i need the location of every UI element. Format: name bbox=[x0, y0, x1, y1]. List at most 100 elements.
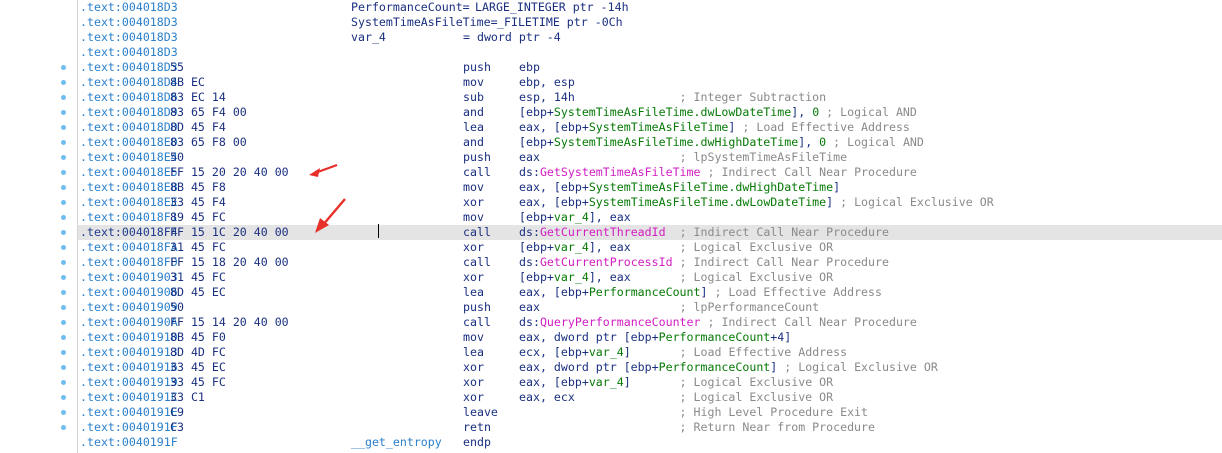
disassembly-listing[interactable]: .text:004018D3 PerformanceCount= LARGE_INT… bbox=[0, 0, 1222, 453]
mnemonic: leave bbox=[463, 405, 498, 419]
mnemonic: lea bbox=[463, 285, 484, 299]
api-name[interactable]: QueryPerformanceCounter bbox=[540, 315, 701, 329]
mnemonic: mov bbox=[463, 180, 484, 194]
mnemonic: push bbox=[463, 60, 491, 74]
address-label: .text:004018DD bbox=[80, 120, 178, 134]
address-label: .text:004018FD bbox=[80, 255, 178, 269]
code-line[interactable]: .text:0040191E C9 leave ; High Level Proce… bbox=[78, 405, 1222, 420]
opcode-bytes: 8B EC bbox=[170, 75, 205, 89]
variable-ref[interactable]: var_4 bbox=[589, 345, 624, 359]
code-line[interactable]: .text:004018FA 31 45 FC xor [ebp+var_4], ea… bbox=[78, 240, 1222, 255]
address-label: .text:004018D3 bbox=[80, 30, 178, 44]
api-name[interactable]: GetSystemTimeAsFileTime bbox=[540, 165, 701, 179]
variable-ref[interactable]: PerformanceCount bbox=[659, 360, 771, 374]
opcode-bytes: 8B 45 F8 bbox=[170, 180, 226, 194]
opcode-bytes: 8D 45 EC bbox=[170, 285, 226, 299]
code-line[interactable]: .text:0040191F __get_entropy endp bbox=[78, 435, 1222, 450]
code-line[interactable]: .text:0040191C 33 C1 xor eax, ecx ; Logical… bbox=[78, 390, 1222, 405]
code-line[interactable]: .text:004018D3 55 push ebp bbox=[78, 60, 1222, 75]
mnemonic: call bbox=[463, 315, 491, 329]
code-line[interactable]: .text:004018FD FF 15 18 20 40 00 call ds:Ge… bbox=[78, 255, 1222, 270]
opcode-bytes: 31 45 FC bbox=[170, 270, 226, 284]
variable-ref[interactable]: var_4 bbox=[589, 375, 624, 389]
mnemonic: xor bbox=[463, 195, 484, 209]
operands: [ebp+var_4], eax bbox=[519, 210, 631, 224]
code-line[interactable]: .text:004018E5 FF 15 20 20 40 00 call ds:Ge… bbox=[78, 165, 1222, 180]
opcode-bytes: C9 bbox=[170, 405, 184, 419]
api-name[interactable]: GetCurrentProcessId bbox=[540, 255, 673, 269]
address-label: .text:004018D3 bbox=[80, 15, 178, 29]
comment: ; Load Effective Address bbox=[742, 120, 910, 134]
comment: ; Indirect Call Near Procedure bbox=[707, 165, 917, 179]
code-line[interactable]: .text:00401910 8B 45 F0 mov eax, dword ptr … bbox=[78, 330, 1222, 345]
code-line[interactable]: .text:00401906 8D 45 EC lea eax, [ebp+Perfo… bbox=[78, 285, 1222, 300]
variable-ref[interactable]: SystemTimeAsFileTime.dwHighDateTime bbox=[554, 135, 798, 149]
variable-ref[interactable]: SystemTimeAsFileTime bbox=[589, 120, 729, 134]
code-line[interactable]: .text:00401919 33 45 FC xor eax, [ebp+var_4… bbox=[78, 375, 1222, 390]
address-label: .text:0040191F bbox=[80, 420, 178, 434]
address-label: .text:004018F1 bbox=[80, 210, 178, 224]
variable-ref[interactable]: var_4 bbox=[554, 270, 589, 284]
operands: eax ; lpSystemTimeAsFileTime bbox=[519, 150, 848, 164]
code-line[interactable]: .text:004018EB 8B 45 F8 mov eax, [ebp+Syste… bbox=[78, 180, 1222, 195]
address-label: .text:004018D3 bbox=[80, 60, 178, 74]
local-variable-def: LARGE_INTEGER ptr -14h bbox=[475, 0, 629, 14]
opcode-bytes: 8D 45 F4 bbox=[170, 120, 226, 134]
address-label: .text:00401916 bbox=[80, 360, 178, 374]
code-line[interactable]: .text:004018D4 8B EC mov ebp, esp bbox=[78, 75, 1222, 90]
opcode-bytes: 8D 4D FC bbox=[170, 345, 226, 359]
variable-ref[interactable]: SystemTimeAsFileTime.dwLowDateTime bbox=[554, 105, 791, 119]
code-line[interactable]: .text:004018D3 var_4 = dword ptr -4 bbox=[78, 30, 1222, 45]
comment: ; Logical Exclusive OR bbox=[679, 375, 834, 389]
code-line[interactable]: .text:004018D3 SystemTimeAsFileTime= _FILE… bbox=[78, 15, 1222, 30]
mnemonic: call bbox=[463, 225, 491, 239]
code-line[interactable]: .text:004018D3 bbox=[78, 45, 1222, 60]
function-name-label[interactable]: __get_entropy bbox=[351, 435, 442, 450]
address-label: .text:004018E4 bbox=[80, 150, 178, 164]
address-label: .text:004018D9 bbox=[80, 105, 178, 119]
variable-ref[interactable]: SystemTimeAsFileTime.dwLowDateTime bbox=[589, 195, 826, 209]
code-line[interactable]: .text:004018D3 PerformanceCount= LARGE_INT… bbox=[78, 0, 1222, 15]
address-label: .text:0040191E bbox=[80, 405, 178, 419]
immediate-value: 0 bbox=[819, 135, 827, 149]
opcode-bytes: 50 bbox=[170, 150, 184, 164]
address-label: .text:004018E0 bbox=[80, 135, 178, 149]
operands: ds:QueryPerformanceCounter ; Indirect Ca… bbox=[519, 315, 917, 329]
code-line[interactable]: .text:004018DD 8D 45 F4 lea eax, [ebp+Syste… bbox=[78, 120, 1222, 135]
operands: eax, [ebp+var_4] ; Logical Exclusive OR bbox=[519, 375, 834, 389]
immediate-value: 0 bbox=[812, 105, 820, 119]
address-label: .text:00401903 bbox=[80, 270, 178, 284]
operands: eax, [ebp+PerformanceCount] ; Load Effec… bbox=[519, 285, 882, 299]
comment: ; Integer Subtraction bbox=[679, 90, 827, 104]
code-line[interactable]: .text:0040190A FF 15 14 20 40 00 call ds:Qu… bbox=[78, 315, 1222, 330]
code-line[interactable]: .text:004018D9 83 65 F4 00 and [ebp+SystemT… bbox=[78, 105, 1222, 120]
api-name[interactable]: GetCurrentThreadId bbox=[540, 225, 666, 239]
comment: ; Logical Exclusive OR bbox=[784, 360, 938, 374]
code-line[interactable]: .text:00401916 33 45 EC xor eax, dword ptr … bbox=[78, 360, 1222, 375]
address-label: .text:004018D3 bbox=[80, 0, 178, 14]
variable-ref[interactable]: var_4 bbox=[554, 240, 589, 254]
code-line[interactable]: .text:004018E0 83 65 F8 00 and [ebp+SystemT… bbox=[78, 135, 1222, 150]
code-line[interactable]: .text:0040191F C3 retn ; Return Near from … bbox=[78, 420, 1222, 435]
code-line[interactable]: .text:00401903 31 45 FC xor [ebp+var_4], ea… bbox=[78, 270, 1222, 285]
variable-ref[interactable]: PerformanceCount bbox=[589, 285, 701, 299]
address-label: .text:004018E5 bbox=[80, 165, 178, 179]
opcode-bytes: 89 45 FC bbox=[170, 210, 226, 224]
code-line[interactable]: .text:004018EE 33 45 F4 xor eax, [ebp+Syste… bbox=[78, 195, 1222, 210]
code-line[interactable]: .text:004018F1 89 45 FC mov [ebp+var_4], ea… bbox=[78, 210, 1222, 225]
operands: eax ; lpPerformanceCount bbox=[519, 300, 820, 314]
code-line[interactable]: .text:004018D6 83 EC 14 sub esp, 14h ; Inte… bbox=[78, 90, 1222, 105]
comment: ; Indirect Call Near Procedure bbox=[679, 225, 889, 239]
variable-ref[interactable]: var_4 bbox=[554, 210, 589, 224]
code-line[interactable]: .text:004018E4 50 push eax ; lpSystemTimeAs… bbox=[78, 150, 1222, 165]
variable-ref[interactable]: PerformanceCount bbox=[659, 330, 771, 344]
comment: ; Indirect Call Near Procedure bbox=[707, 315, 917, 329]
comment: ; lpSystemTimeAsFileTime bbox=[679, 150, 848, 164]
code-line[interactable]: .text:004018F4 FF 15 1C 20 40 00 call ds:Ge… bbox=[78, 225, 1222, 240]
variable-ref[interactable]: SystemTimeAsFileTime.dwHighDateTime bbox=[589, 180, 833, 194]
operands: [ebp+var_4], eax ; Logical Exclusive OR bbox=[519, 270, 834, 284]
code-line[interactable]: .text:00401909 50 push eax ; lpPerformanceC… bbox=[78, 300, 1222, 315]
operands: ds:GetSystemTimeAsFileTime ; Indirect Ca… bbox=[519, 165, 917, 179]
code-line[interactable]: .text:00401913 8D 4D FC lea ecx, [ebp+var_4… bbox=[78, 345, 1222, 360]
opcode-bytes: FF 15 14 20 40 00 bbox=[170, 315, 289, 329]
